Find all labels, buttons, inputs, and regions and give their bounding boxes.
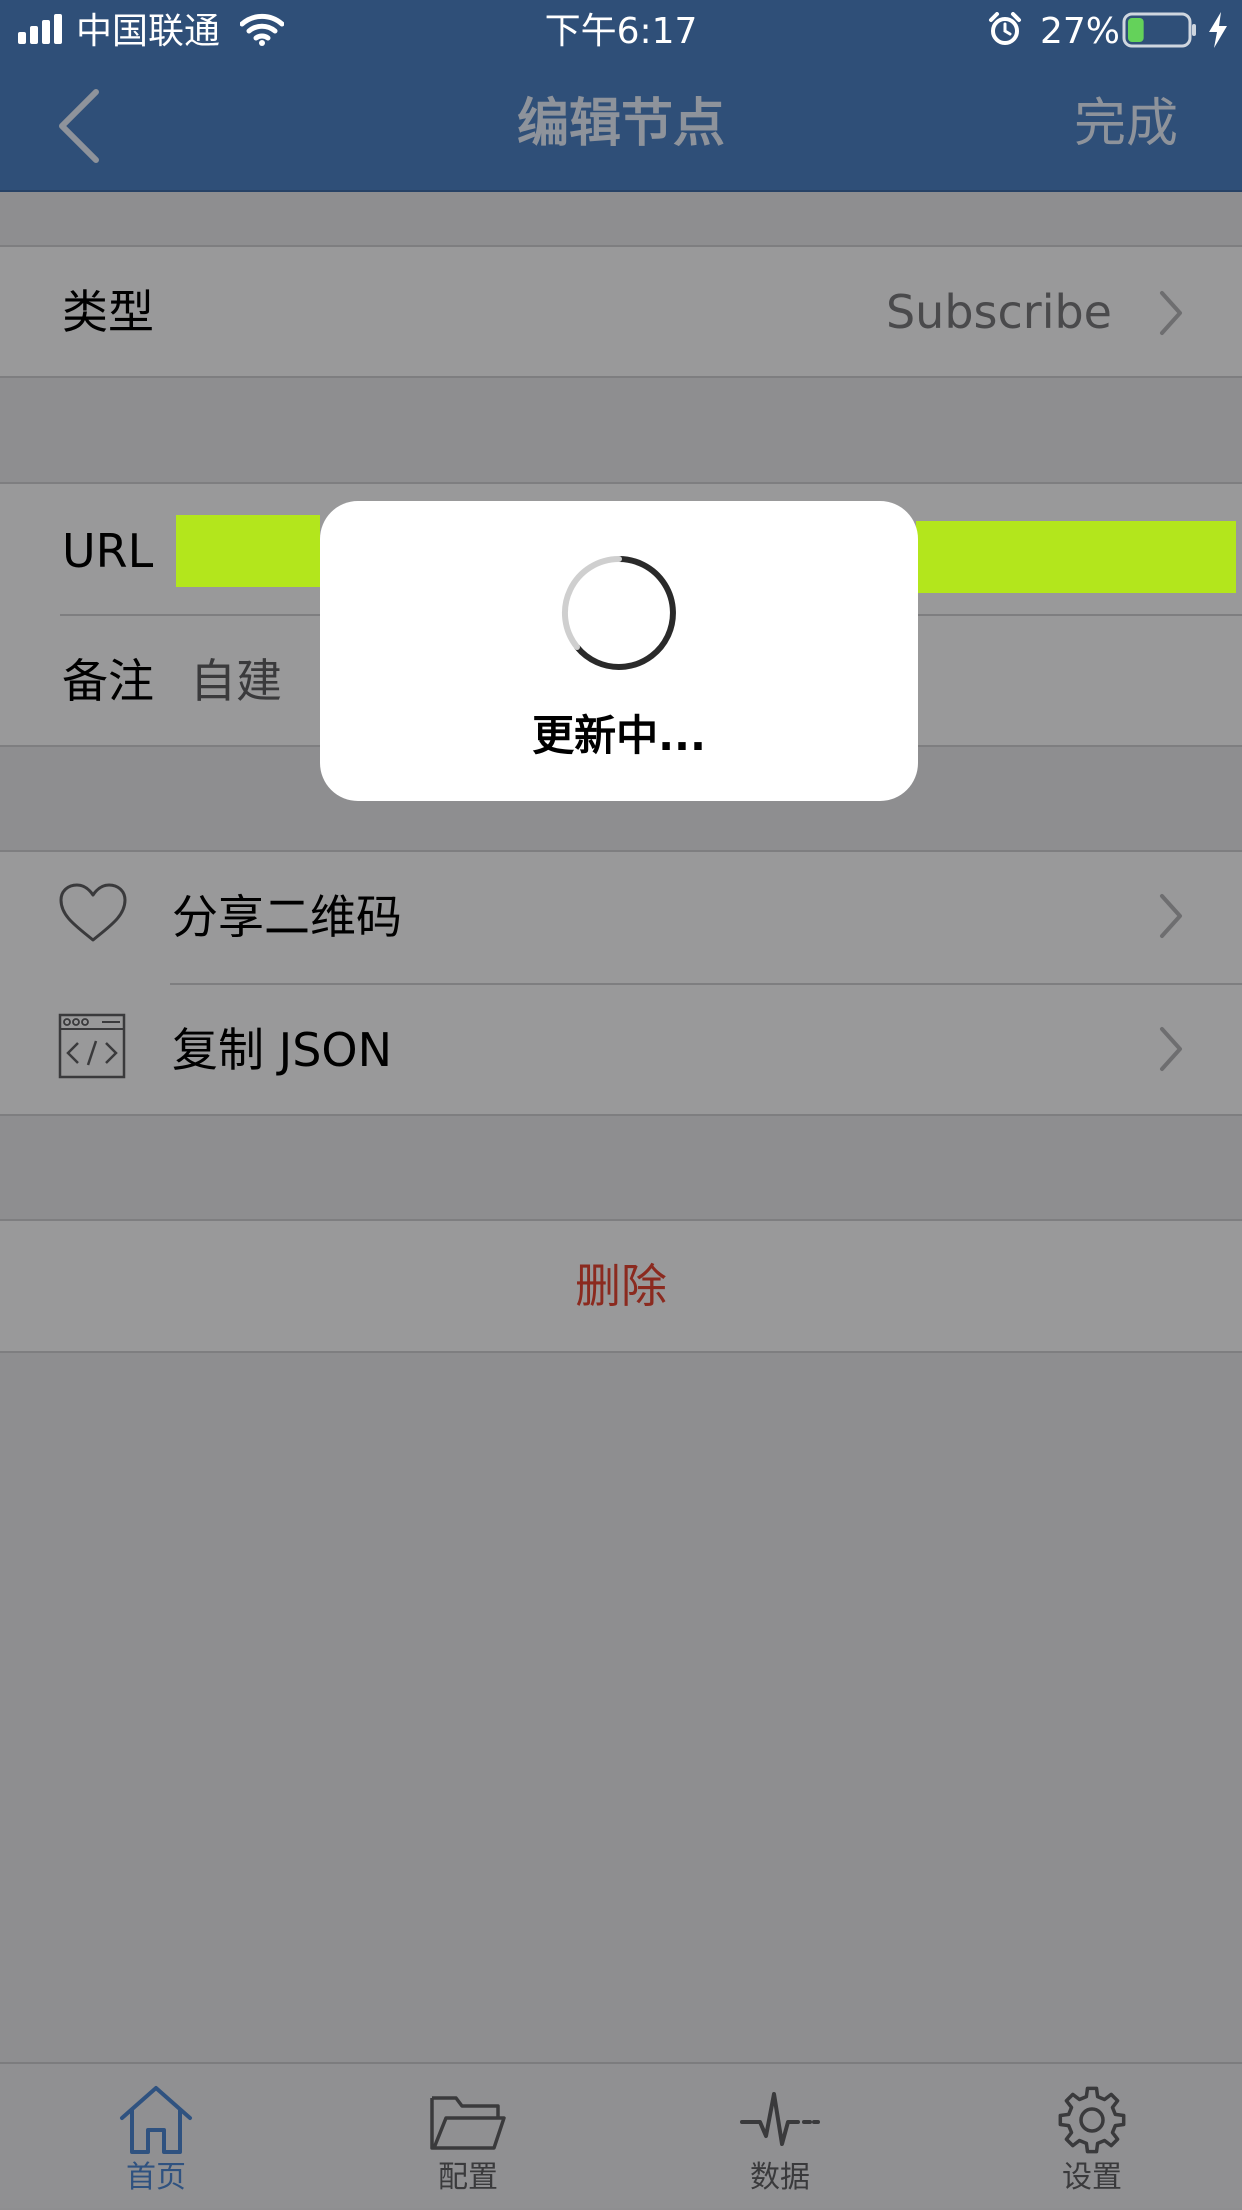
loading-text: 更新中... [532,711,706,760]
share-group: 分享二维码 复制 JSON [0,850,1242,1116]
pulse-icon [740,2092,820,2146]
tab-data[interactable]: 数据 [680,2064,880,2210]
tab-home[interactable]: 首页 [56,2064,256,2210]
tab-settings[interactable]: 设置 [992,2064,1192,2210]
folder-icon [430,2096,506,2150]
type-row[interactable]: 类型 Subscribe [0,245,1242,378]
tab-label: 配置 [438,2160,498,2195]
loading-hud: 更新中... [320,501,918,801]
tab-label: 数据 [750,2160,810,2195]
chevron-right-icon [1160,894,1182,938]
share-qr-label: 分享二维码 [172,890,402,944]
type-value: Subscribe [885,285,1112,339]
battery-icon [1122,12,1196,48]
alarm-icon [989,12,1021,45]
tab-bar: 首页 配置 数据 设置 [0,2062,1242,2208]
url-redaction-left [176,515,320,587]
share-qr-row[interactable]: 分享二维码 [0,852,1242,982]
delete-label: 删除 [575,1259,667,1313]
chevron-right-icon [1160,1027,1182,1071]
done-button[interactable]: 完成 [1074,88,1178,160]
remark-label: 备注 [62,654,154,708]
copy-json-label: 复制 JSON [172,1023,393,1077]
charging-bolt-icon [1209,12,1227,48]
home-icon [120,2086,192,2154]
page-title: 编辑节点 [516,94,725,154]
delete-button[interactable]: 删除 [0,1219,1242,1353]
battery-percent: 27% [1040,11,1121,52]
tab-label: 首页 [126,2160,186,2195]
code-window-icon [58,1013,126,1079]
url-label: URL [62,524,154,578]
gear-icon [1058,2086,1126,2154]
navigation-bar: 中国联通 下午6:17 27% 编辑节点 完成 [0,0,1242,192]
remark-field[interactable]: 自建 [190,650,282,712]
heart-icon [59,883,127,942]
type-label: 类型 [62,285,154,339]
url-redaction-right [916,521,1236,593]
tab-label: 设置 [1062,2160,1122,2195]
chevron-right-icon [1160,291,1182,335]
copy-json-row[interactable]: 复制 JSON [0,985,1242,1116]
loading-spinner-icon [561,556,676,670]
tab-config[interactable]: 配置 [368,2064,568,2210]
